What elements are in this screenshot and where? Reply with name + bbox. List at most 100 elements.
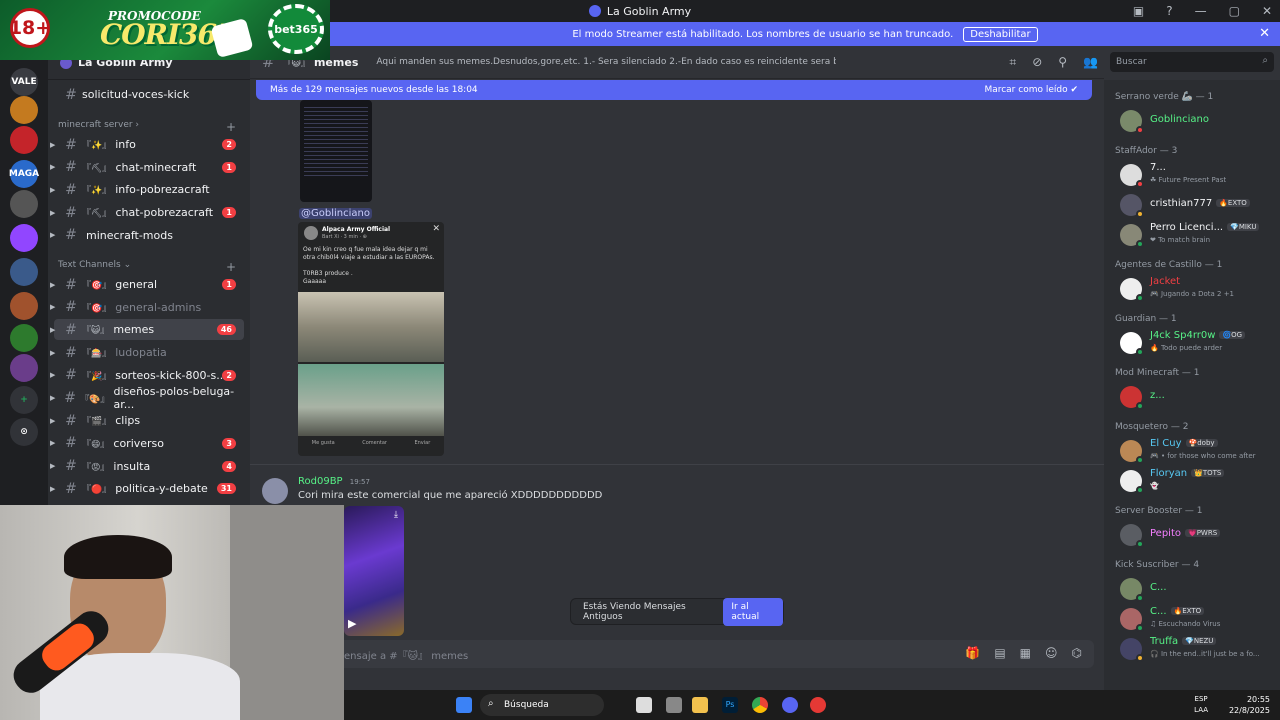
download-icon[interactable]: ⤓	[394, 510, 398, 520]
server-icon[interactable]: VALE	[10, 68, 38, 96]
search-input[interactable]: Buscar ⌕	[1110, 52, 1274, 72]
member-item[interactable]: Perro Licenci... 💎MIKU ❤ To match brain	[1120, 220, 1276, 248]
close-window-button[interactable]: ✕	[1262, 4, 1272, 18]
app-icon[interactable]	[666, 697, 682, 713]
mention-text[interactable]: @Goblinciano	[299, 208, 372, 219]
avatar[interactable]	[262, 478, 288, 504]
minimize-button[interactable]: —	[1195, 4, 1207, 18]
channel-item[interactable]: ▶ # 『😄』 coriverso 3	[50, 433, 244, 454]
inbox-icon[interactable]: ▣	[1133, 4, 1144, 18]
channel-name: politica-y-debate	[115, 482, 208, 496]
server-icon[interactable]	[10, 126, 38, 154]
category-text-channels[interactable]: Text Channels ⌄ +	[58, 260, 238, 274]
mention-badge: 31	[216, 483, 236, 495]
notifications-off-icon[interactable]: ⊘	[1032, 55, 1042, 70]
server-icon[interactable]	[10, 324, 38, 352]
member-category: Mosquetero — 2	[1115, 422, 1189, 432]
image-attachment[interactable]	[300, 100, 372, 202]
add-server-icon[interactable]: +	[10, 386, 38, 414]
channel-item[interactable]: ▶ # 『🎉』 sorteos-kick-800-s... 2	[50, 365, 244, 386]
channel-item[interactable]: ▶ # 『🎯』 general 1	[50, 274, 244, 295]
channel-name: insulta	[113, 459, 151, 473]
channel-item[interactable]: ▶ # 『✨』 info 2	[50, 134, 244, 155]
channel-item[interactable]: ▶ # 『😡』 insulta 4	[50, 456, 244, 477]
jump-to-present-button[interactable]: Ir al actual	[723, 597, 783, 626]
add-channel-icon[interactable]: +	[226, 260, 236, 274]
member-category: Server Booster — 1	[1115, 506, 1203, 516]
channel-item[interactable]: ▶ # 『⛏』 chat-pobrezacraft 1	[50, 202, 244, 223]
members-icon[interactable]: 👥	[1083, 55, 1098, 70]
server-icon[interactable]	[10, 190, 38, 218]
clock[interactable]: 20:55 22/8/2025	[1229, 694, 1270, 716]
new-messages-bar[interactable]: Más de 129 mensajes nuevos desde las 18:…	[256, 80, 1092, 100]
channel-item[interactable]: ▶ # 『😺』 memes 46	[50, 319, 244, 341]
channel-item[interactable]: ▶ # 『🎯』 general-admins	[50, 297, 244, 318]
channel-item[interactable]: ▶ # 『🔴』 politica-y-debate 31	[50, 478, 244, 499]
channel-item[interactable]: ▶ # 『🎬』 clips	[50, 410, 244, 431]
sticker-icon[interactable]: ▦	[1020, 646, 1031, 660]
language-indicator[interactable]: ESP LAA	[1194, 694, 1208, 716]
pin-icon[interactable]: ⚲	[1058, 55, 1067, 70]
member-item[interactable]: Goblinciano	[1120, 106, 1276, 134]
add-channel-icon[interactable]: +	[226, 120, 236, 134]
member-item[interactable]: C...	[1120, 574, 1276, 602]
disable-streamer-button[interactable]: Deshabilitar	[963, 26, 1038, 42]
server-icon[interactable]	[10, 224, 38, 252]
discover-icon[interactable]: ⊙	[10, 418, 38, 446]
member-name: J4ck Sp4rr0w 🌀OG	[1150, 330, 1246, 341]
channel-topic[interactable]: Aqui manden sus memes.Desnudos,gore,etc.…	[376, 57, 836, 67]
help-icon[interactable]: ?	[1166, 4, 1172, 18]
play-icon[interactable]: ▶	[348, 617, 356, 630]
threads-icon[interactable]: ⌗	[1009, 55, 1016, 70]
avatar	[1120, 440, 1144, 464]
member-item[interactable]: Truffa 💎NEZU 🎧 In the end..it'll just be a…	[1120, 634, 1276, 662]
member-item[interactable]: J4ck Sp4rr0w 🌀OG 🔥 Todo puede arder	[1120, 328, 1276, 356]
server-icon[interactable]	[10, 258, 38, 286]
server-icon[interactable]	[10, 96, 38, 124]
message-author[interactable]: Rod09BP	[298, 476, 343, 487]
member-item[interactable]: cristhian777 🔥EXTO	[1120, 190, 1276, 218]
member-item[interactable]: C... 🔥EXTO ♫ Escuchando Virus	[1120, 604, 1276, 632]
maximize-button[interactable]: ▢	[1229, 4, 1240, 18]
channel-item[interactable]: ▶ # 『✨』 info-pobrezacraft	[50, 179, 244, 200]
server-icon[interactable]	[10, 354, 38, 382]
facebook-post-image[interactable]: Alpaca Army Official Bart Xi · 3 min · ⊕…	[298, 222, 444, 456]
server-icon[interactable]	[10, 292, 38, 320]
obs-icon[interactable]	[810, 697, 826, 713]
member-item[interactable]: El Cuy 🍄doby 🎮 • for those who come after	[1120, 436, 1276, 464]
photoshop-icon[interactable]: Ps	[722, 697, 738, 713]
gif-icon[interactable]: ▤	[994, 646, 1005, 660]
member-activity: 🎮 • for those who come after	[1150, 452, 1256, 460]
member-item[interactable]: Jacket 🎮 Jugando a Dota 2 +1	[1120, 274, 1276, 302]
channel-item[interactable]: ▶ # minecraft-mods	[50, 225, 244, 246]
start-icon[interactable]	[456, 697, 472, 713]
category-minecraft-server[interactable]: minecraft server › +	[58, 120, 238, 134]
file-explorer-icon[interactable]	[692, 697, 708, 713]
chrome-icon[interactable]	[752, 697, 768, 713]
channel-item[interactable]: ▶ # 『🎰』 ludopatia	[50, 342, 244, 363]
fb-like: Me gusta	[311, 440, 335, 446]
task-view-icon[interactable]	[636, 697, 652, 713]
category-label: minecraft server	[58, 120, 133, 130]
message-input[interactable]: ensaje a #『🐱』 memes 🎁 ▤ ▦ ☺ ⌬	[260, 640, 1094, 668]
member-item[interactable]: Floryan 👑TOTS 👻	[1120, 466, 1276, 494]
member-name: C... 🔥EXTO	[1150, 606, 1205, 617]
member-item[interactable]: 7... ☘ Future Present Past	[1120, 160, 1276, 188]
channel-item-solicitud-voces-kick[interactable]: # solicitud-voces-kick	[54, 84, 244, 105]
channel-item[interactable]: ▶ # 『🎨』 diseños-polos-beluga-ar...	[50, 385, 244, 411]
apps-icon[interactable]: ⌬	[1072, 646, 1082, 660]
close-icon[interactable]: ✕	[1259, 26, 1270, 41]
taskbar-search[interactable]: ⌕ Búsqueda	[480, 694, 604, 716]
status-indicator	[1136, 210, 1144, 218]
member-item[interactable]: Pepito 💗PWRS	[1120, 520, 1276, 548]
member-name: Perro Licenci... 💎MIKU	[1150, 222, 1260, 233]
video-attachment[interactable]: ⤓ ▶	[344, 506, 404, 636]
emoji-icon[interactable]: ☺	[1045, 646, 1058, 660]
server-icon[interactable]: MAGA	[9, 160, 39, 188]
mark-read-button[interactable]: Marcar como leído ✔	[984, 85, 1078, 95]
discord-icon[interactable]	[782, 697, 798, 713]
member-item[interactable]: z...	[1120, 382, 1276, 410]
channel-sidebar: La Goblin Army # solicitud-voces-kick mi…	[48, 46, 250, 506]
channel-item[interactable]: ▶ # 『⛏』 chat-minecraft 1	[50, 157, 244, 178]
gift-icon[interactable]: 🎁	[965, 646, 980, 660]
